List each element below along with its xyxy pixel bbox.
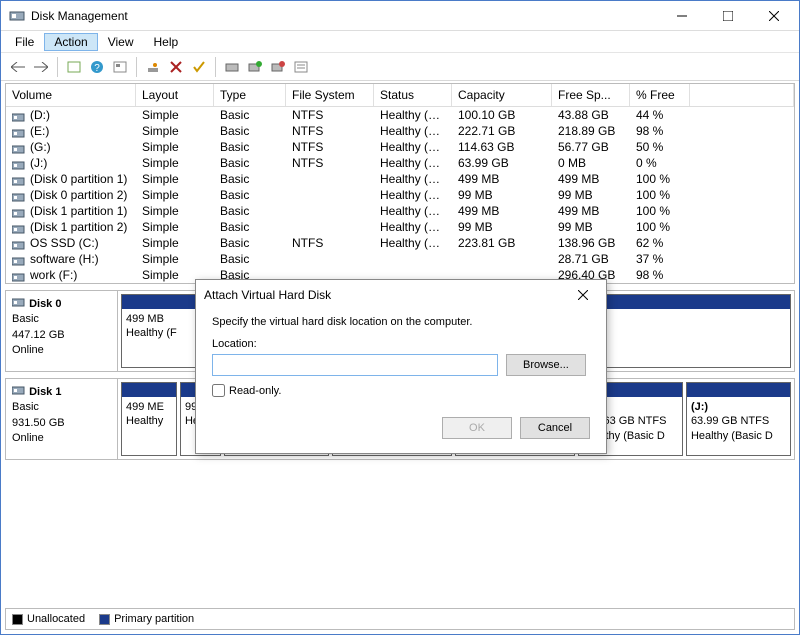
volume-icon xyxy=(12,223,26,233)
readonly-label: Read-only. xyxy=(229,385,281,397)
volume-icon xyxy=(12,143,26,153)
volume-icon xyxy=(12,191,26,201)
volume-icon xyxy=(12,207,26,217)
volume-icon xyxy=(12,239,26,249)
location-input[interactable] xyxy=(212,354,498,376)
swatch-primary xyxy=(99,614,110,625)
tool-icon[interactable] xyxy=(63,56,85,78)
table-row[interactable]: (D:)SimpleBasicNTFSHealthy (B...100.10 G… xyxy=(6,107,794,123)
col-status[interactable]: Status xyxy=(374,84,452,106)
disk-icon xyxy=(12,298,26,310)
col-layout[interactable]: Layout xyxy=(136,84,214,106)
menu-help[interactable]: Help xyxy=(144,33,189,51)
readonly-checkbox[interactable] xyxy=(212,384,225,397)
volume-icon xyxy=(12,255,26,265)
disk-remove-icon[interactable] xyxy=(267,56,289,78)
volume-table: Volume Layout Type File System Status Ca… xyxy=(5,83,795,284)
legend-primary: Primary partition xyxy=(114,613,194,625)
table-row[interactable]: (J:)SimpleBasicNTFSHealthy (B...63.99 GB… xyxy=(6,155,794,171)
col-volume[interactable]: Volume xyxy=(6,84,136,106)
table-row[interactable]: (E:)SimpleBasicNTFSHealthy (B...222.71 G… xyxy=(6,123,794,139)
dialog-title: Attach Virtual Hard Disk xyxy=(204,288,568,302)
svg-text:?: ? xyxy=(94,63,100,74)
forward-button[interactable] xyxy=(30,56,52,78)
app-icon xyxy=(9,8,25,24)
location-label: Location: xyxy=(212,338,590,350)
browse-button[interactable]: Browse... xyxy=(506,354,586,376)
tool-icon[interactable] xyxy=(109,56,131,78)
cancel-button[interactable]: Cancel xyxy=(520,417,590,439)
table-header: Volume Layout Type File System Status Ca… xyxy=(6,84,794,107)
table-row[interactable]: (Disk 1 partition 2)SimpleBasicHealthy (… xyxy=(6,219,794,235)
table-row[interactable]: (Disk 0 partition 1)SimpleBasicHealthy (… xyxy=(6,171,794,187)
col-filesystem[interactable]: File System xyxy=(286,84,374,106)
partition[interactable]: 499 MEHealthy xyxy=(121,382,177,456)
table-row[interactable]: (G:)SimpleBasicNTFSHealthy (B...114.63 G… xyxy=(6,139,794,155)
volume-icon xyxy=(12,271,26,281)
volume-icon xyxy=(12,159,26,169)
disk-label[interactable]: Disk 0Basic447.12 GBOnline xyxy=(6,291,118,371)
volume-icon xyxy=(12,111,26,121)
swatch-unallocated xyxy=(12,614,23,625)
col-pct[interactable]: % Free xyxy=(630,84,690,106)
volume-icon xyxy=(12,175,26,185)
toolbar: ? xyxy=(1,53,799,81)
table-row[interactable]: software (H:)SimpleBasic28.71 GB37 % xyxy=(6,251,794,267)
back-button[interactable] xyxy=(7,56,29,78)
delete-icon[interactable] xyxy=(165,56,187,78)
table-row[interactable]: (Disk 1 partition 1)SimpleBasicHealthy (… xyxy=(6,203,794,219)
menubar: File Action View Help xyxy=(1,31,799,53)
close-button[interactable] xyxy=(751,1,797,31)
table-row[interactable]: (Disk 0 partition 2)SimpleBasicHealthy (… xyxy=(6,187,794,203)
disk-icon xyxy=(12,386,26,398)
dialog-description: Specify the virtual hard disk location o… xyxy=(212,316,590,328)
minimize-button[interactable] xyxy=(659,1,705,31)
dialog-close-button[interactable] xyxy=(568,280,598,310)
titlebar: Disk Management xyxy=(1,1,799,31)
disk-icon[interactable] xyxy=(221,56,243,78)
attach-vhd-dialog: Attach Virtual Hard Disk Specify the vir… xyxy=(195,279,607,454)
ok-button[interactable]: OK xyxy=(442,417,512,439)
menu-file[interactable]: File xyxy=(5,33,44,51)
partition[interactable]: (J:)63.99 GB NTFSHealthy (Basic D xyxy=(686,382,791,456)
help-icon[interactable]: ? xyxy=(86,56,108,78)
disk-label[interactable]: Disk 1Basic931.50 GBOnline xyxy=(6,379,118,459)
settings-icon[interactable] xyxy=(142,56,164,78)
menu-action[interactable]: Action xyxy=(44,33,97,51)
maximize-button[interactable] xyxy=(705,1,751,31)
col-free[interactable]: Free Sp... xyxy=(552,84,630,106)
col-type[interactable]: Type xyxy=(214,84,286,106)
volume-icon xyxy=(12,127,26,137)
disk-add-icon[interactable] xyxy=(244,56,266,78)
legend: Unallocated Primary partition xyxy=(5,608,795,630)
col-capacity[interactable]: Capacity xyxy=(452,84,552,106)
window-title: Disk Management xyxy=(31,9,659,23)
menu-view[interactable]: View xyxy=(98,33,144,51)
ok-icon[interactable] xyxy=(188,56,210,78)
legend-unallocated: Unallocated xyxy=(27,613,85,625)
table-row[interactable]: OS SSD (C:)SimpleBasicNTFSHealthy (B...2… xyxy=(6,235,794,251)
properties-icon[interactable] xyxy=(290,56,312,78)
